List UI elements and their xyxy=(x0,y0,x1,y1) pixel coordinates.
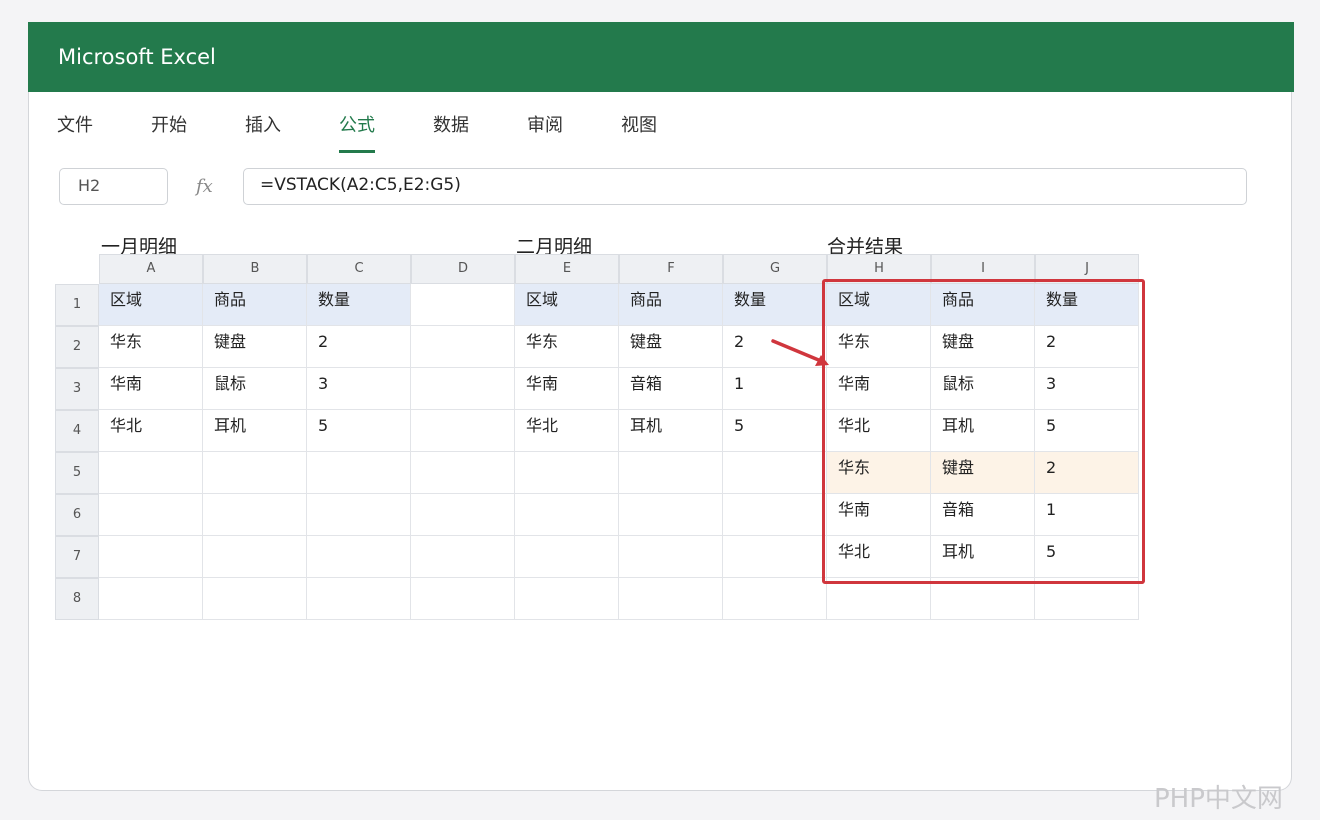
cell-e5[interactable] xyxy=(515,452,619,494)
cell-f3[interactable]: 音箱 xyxy=(619,368,723,410)
cell-e4[interactable]: 华北 xyxy=(515,410,619,452)
cell-c1[interactable]: 数量 xyxy=(307,284,411,326)
cell-b4[interactable]: 耳机 xyxy=(203,410,307,452)
cell-j8[interactable] xyxy=(1035,578,1139,620)
cell-d6[interactable] xyxy=(411,494,515,536)
row-header-2[interactable]: 2 xyxy=(55,326,99,368)
cell-g8[interactable] xyxy=(723,578,827,620)
tab-data[interactable]: 数据 xyxy=(433,114,469,150)
cell-a1[interactable]: 区域 xyxy=(99,284,203,326)
cell-b7[interactable] xyxy=(203,536,307,578)
fx-icon[interactable]: fx xyxy=(196,176,213,197)
cell-a8[interactable] xyxy=(99,578,203,620)
tab-formulas[interactable]: 公式 xyxy=(339,114,375,153)
cell-f4[interactable]: 耳机 xyxy=(619,410,723,452)
grid-corner[interactable] xyxy=(55,254,99,284)
cell-d2[interactable] xyxy=(411,326,515,368)
tab-file[interactable]: 文件 xyxy=(57,114,93,150)
cell-a6[interactable] xyxy=(99,494,203,536)
cell-f6[interactable] xyxy=(619,494,723,536)
merged-result-highlight xyxy=(822,279,1145,584)
row-header-6[interactable]: 6 xyxy=(55,494,99,536)
cell-d5[interactable] xyxy=(411,452,515,494)
cell-d7[interactable] xyxy=(411,536,515,578)
cell-a3[interactable]: 华南 xyxy=(99,368,203,410)
cell-d3[interactable] xyxy=(411,368,515,410)
cell-e7[interactable] xyxy=(515,536,619,578)
cell-a2[interactable]: 华东 xyxy=(99,326,203,368)
cell-g6[interactable] xyxy=(723,494,827,536)
row-header-5[interactable]: 5 xyxy=(55,452,99,494)
tab-review[interactable]: 审阅 xyxy=(527,114,563,150)
arrow-icon xyxy=(771,339,829,366)
cell-d4[interactable] xyxy=(411,410,515,452)
cell-c5[interactable] xyxy=(307,452,411,494)
cell-c4[interactable]: 5 xyxy=(307,410,411,452)
cell-g3[interactable]: 1 xyxy=(723,368,827,410)
cell-i8[interactable] xyxy=(931,578,1035,620)
excel-window: Microsoft Excel 文件 开始 插入 公式 数据 审阅 视图 H2 … xyxy=(28,22,1294,791)
cell-g1[interactable]: 数量 xyxy=(723,284,827,326)
cell-a4[interactable]: 华北 xyxy=(99,410,203,452)
column-header-b[interactable]: B xyxy=(203,254,307,284)
row-header-7[interactable]: 7 xyxy=(55,536,99,578)
cell-f8[interactable] xyxy=(619,578,723,620)
watermark: PHP中文网 xyxy=(1154,784,1283,814)
row-header-1[interactable]: 1 xyxy=(55,284,99,326)
tab-insert[interactable]: 插入 xyxy=(245,114,281,150)
column-header-c[interactable]: C xyxy=(307,254,411,284)
cell-f2[interactable]: 键盘 xyxy=(619,326,723,368)
cell-h8[interactable] xyxy=(827,578,931,620)
cell-f5[interactable] xyxy=(619,452,723,494)
row-header-4[interactable]: 4 xyxy=(55,410,99,452)
cell-b8[interactable] xyxy=(203,578,307,620)
cell-b5[interactable] xyxy=(203,452,307,494)
tab-view[interactable]: 视图 xyxy=(621,114,657,150)
column-header-d[interactable]: D xyxy=(411,254,515,284)
cell-b3[interactable]: 鼠标 xyxy=(203,368,307,410)
cell-b6[interactable] xyxy=(203,494,307,536)
cell-e3[interactable]: 华南 xyxy=(515,368,619,410)
column-header-f[interactable]: F xyxy=(619,254,723,284)
cell-a5[interactable] xyxy=(99,452,203,494)
cell-f7[interactable] xyxy=(619,536,723,578)
cell-b1[interactable]: 商品 xyxy=(203,284,307,326)
cell-e6[interactable] xyxy=(515,494,619,536)
cell-g5[interactable] xyxy=(723,452,827,494)
cell-a7[interactable] xyxy=(99,536,203,578)
row-header-3[interactable]: 3 xyxy=(55,368,99,410)
cell-c8[interactable] xyxy=(307,578,411,620)
column-header-g[interactable]: G xyxy=(723,254,827,284)
tab-home[interactable]: 开始 xyxy=(151,114,187,150)
cell-b2[interactable]: 键盘 xyxy=(203,326,307,368)
cell-c7[interactable] xyxy=(307,536,411,578)
cell-c6[interactable] xyxy=(307,494,411,536)
cell-c2[interactable]: 2 xyxy=(307,326,411,368)
formula-input[interactable]: =VSTACK(A2:C5,E2:G5) xyxy=(243,168,1247,205)
column-header-a[interactable]: A xyxy=(99,254,203,284)
cell-e8[interactable] xyxy=(515,578,619,620)
cell-d1[interactable] xyxy=(411,284,515,326)
section-label-merged: 合并结果 xyxy=(827,236,904,254)
cell-e1[interactable]: 区域 xyxy=(515,284,619,326)
row-header-8[interactable]: 8 xyxy=(55,578,99,620)
app-title: Microsoft Excel xyxy=(28,22,1294,92)
section-label-february: 二月明细 xyxy=(516,236,593,254)
cell-g4[interactable]: 5 xyxy=(723,410,827,452)
column-header-e[interactable]: E xyxy=(515,254,619,284)
section-label-january: 一月明细 xyxy=(101,236,178,254)
cell-c3[interactable]: 3 xyxy=(307,368,411,410)
cell-e2[interactable]: 华东 xyxy=(515,326,619,368)
cell-d8[interactable] xyxy=(411,578,515,620)
name-box[interactable]: H2 xyxy=(59,168,168,205)
cell-g7[interactable] xyxy=(723,536,827,578)
cell-f1[interactable]: 商品 xyxy=(619,284,723,326)
